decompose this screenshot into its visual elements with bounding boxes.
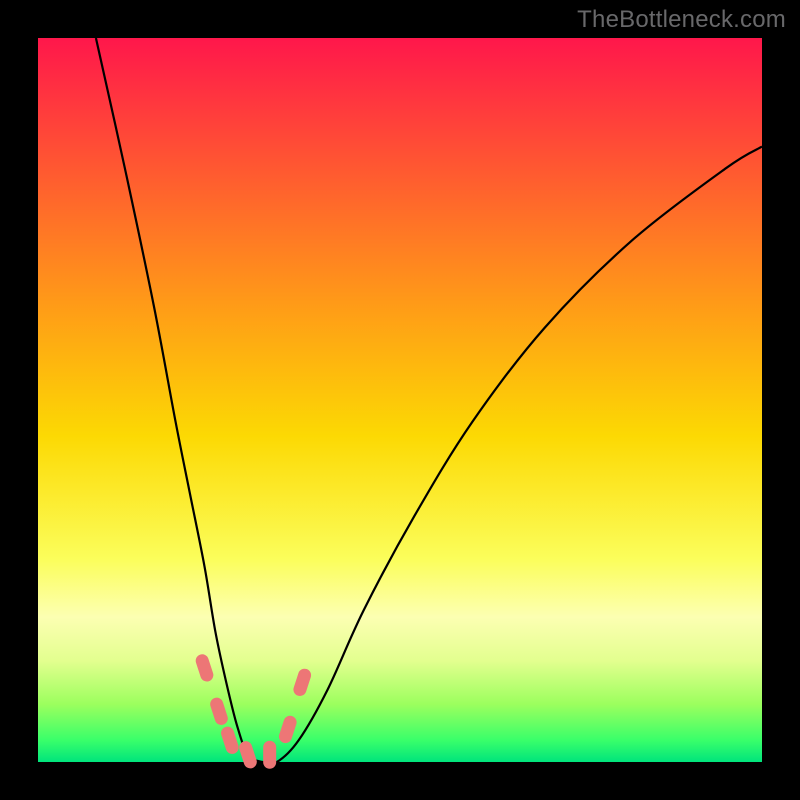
chart-svg (38, 38, 762, 762)
plot-area (38, 38, 762, 762)
curve-marker (194, 653, 215, 684)
watermark-text: TheBottleneck.com (577, 6, 786, 34)
chart-frame: TheBottleneck.com (0, 0, 800, 800)
markers-group (194, 653, 313, 771)
curve-marker (277, 714, 298, 745)
bottleneck-curve (96, 38, 762, 764)
curve-marker (237, 739, 258, 770)
curve-marker (263, 741, 276, 769)
curve-marker (208, 696, 229, 727)
curve-marker (292, 667, 313, 698)
